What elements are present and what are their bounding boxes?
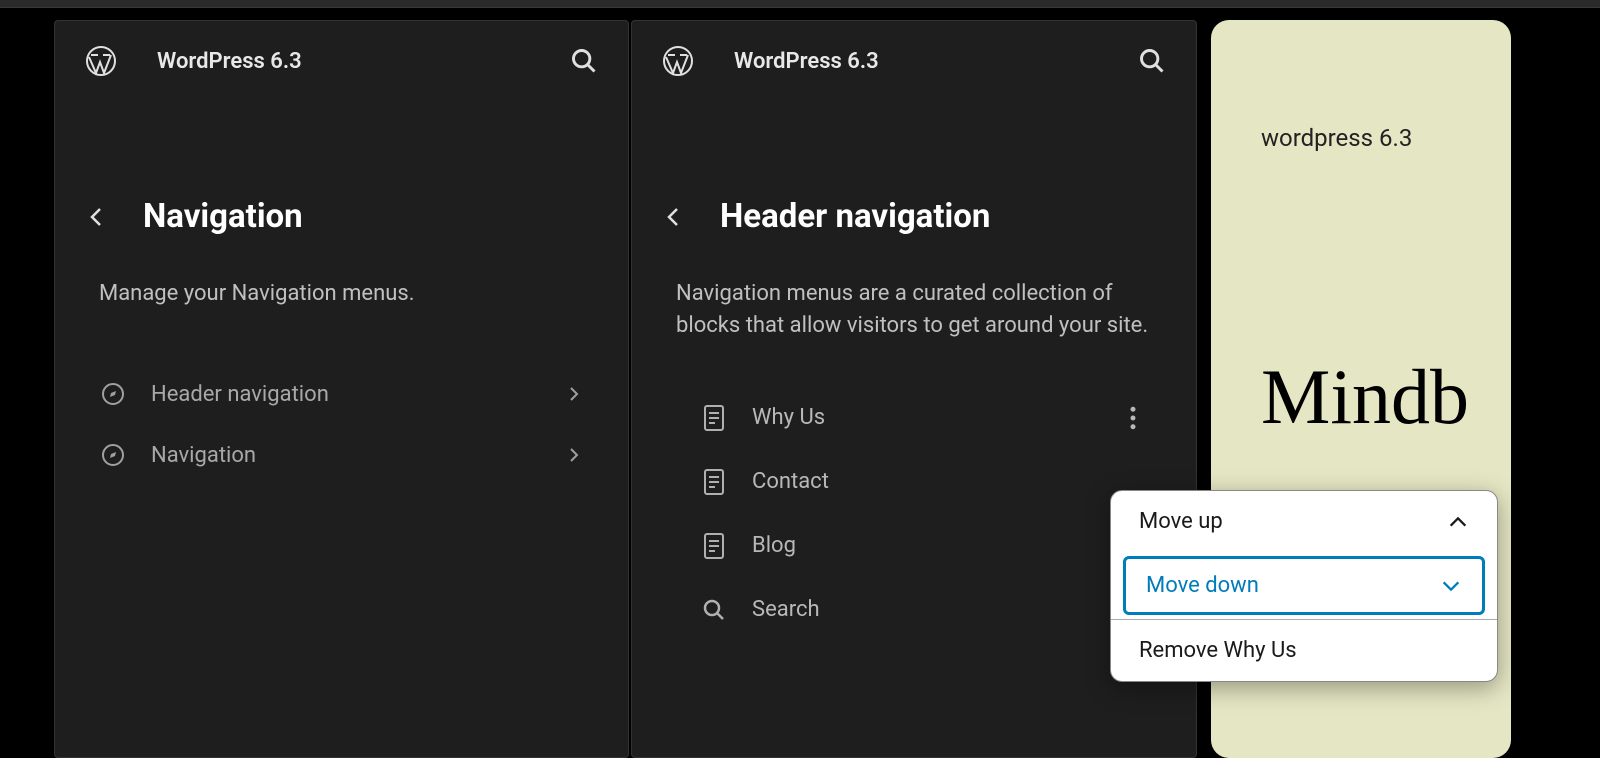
- search-icon: [702, 596, 726, 624]
- app-name: WordPress 6.3: [157, 49, 570, 74]
- compass-icon: [101, 382, 125, 406]
- nav-item-label: Header navigation: [151, 382, 566, 407]
- block-label: Blog: [752, 533, 1172, 558]
- context-menu: Move up Move down Remove Why Us: [1110, 490, 1498, 682]
- context-menu-label: Move up: [1139, 509, 1447, 534]
- wordpress-logo-icon: [662, 45, 694, 77]
- back-button[interactable]: [85, 205, 109, 229]
- nav-item-label: Navigation: [151, 443, 566, 468]
- block-label: Search: [752, 597, 1172, 622]
- context-menu-label: Remove Why Us: [1139, 638, 1469, 663]
- context-menu-label: Move down: [1146, 573, 1440, 598]
- panel-navigation: WordPress 6.3 Navigation Manage your Nav…: [54, 20, 629, 758]
- section-description: Navigation menus are a curated collectio…: [632, 254, 1196, 342]
- back-button[interactable]: [662, 205, 686, 229]
- block-label: Contact: [752, 469, 1172, 494]
- app-name: WordPress 6.3: [734, 49, 1138, 74]
- search-icon[interactable]: [1138, 47, 1166, 75]
- wordpress-logo-icon: [85, 45, 117, 77]
- nav-item-header-navigation[interactable]: Header navigation: [73, 364, 610, 425]
- chevron-right-icon: [566, 447, 582, 463]
- context-menu-remove[interactable]: Remove Why Us: [1111, 619, 1497, 681]
- block-item-search[interactable]: Search: [702, 578, 1172, 642]
- block-item-blog[interactable]: Blog: [702, 514, 1172, 578]
- page-icon: [702, 532, 726, 560]
- window-topbar: [0, 0, 1600, 8]
- section-heading: Header navigation: [720, 197, 990, 236]
- context-menu-move-up[interactable]: Move up: [1111, 491, 1497, 552]
- kebab-menu-icon[interactable]: [1118, 403, 1148, 433]
- block-label: Why Us: [752, 405, 1172, 430]
- preview-brand: wordpress 6.3: [1261, 60, 1487, 152]
- page-icon: [702, 468, 726, 496]
- chevron-right-icon: [566, 386, 582, 402]
- block-item-contact[interactable]: Contact: [702, 450, 1172, 514]
- section-description: Manage your Navigation menus.: [55, 254, 628, 310]
- context-menu-move-down[interactable]: Move down: [1123, 556, 1485, 615]
- section-heading: Navigation: [143, 197, 303, 236]
- chevron-down-icon: [1440, 575, 1462, 597]
- preview-title: Mindb: [1261, 152, 1487, 442]
- page-icon: [702, 404, 726, 432]
- search-icon[interactable]: [570, 47, 598, 75]
- nav-item-navigation[interactable]: Navigation: [73, 425, 610, 486]
- block-item-why-us[interactable]: Why Us: [702, 386, 1172, 450]
- compass-icon: [101, 443, 125, 467]
- chevron-up-icon: [1447, 511, 1469, 533]
